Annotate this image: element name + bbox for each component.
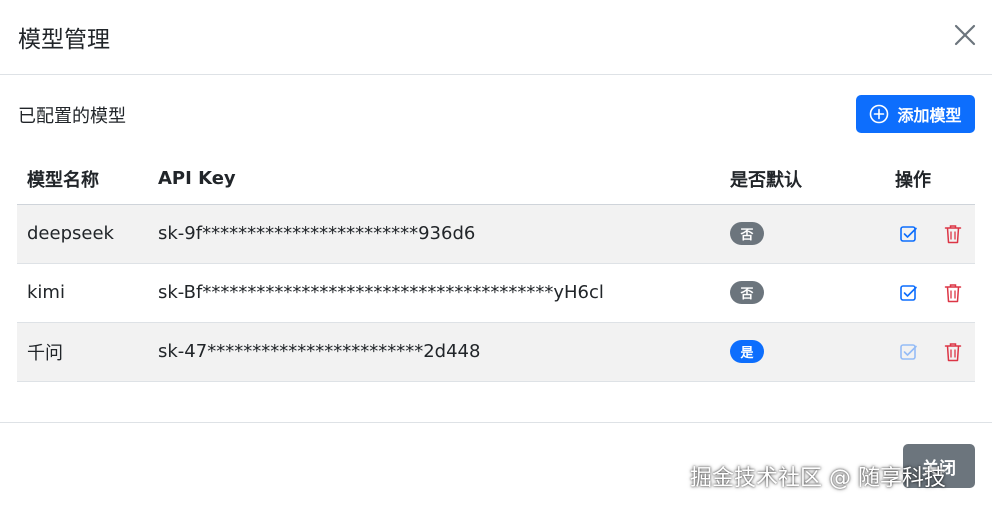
header-model-name: 模型名称 — [17, 154, 148, 205]
trash-icon[interactable] — [944, 224, 962, 244]
default-badge: 否 — [730, 222, 764, 245]
close-icon — [954, 24, 976, 46]
table-header-row: 模型名称 API Key 是否默认 操作 — [17, 154, 975, 205]
modal-footer: 关闭 掘金技术社区 @ 随享科技 — [0, 422, 992, 507]
edit-check-icon[interactable] — [899, 283, 919, 303]
api-key: sk-47************************2d448 — [148, 322, 720, 382]
api-key: sk-9f************************936d6 — [148, 204, 720, 264]
default-badge: 否 — [730, 281, 764, 304]
plus-circle-icon — [870, 104, 889, 124]
modal-title: 模型管理 — [18, 27, 110, 53]
models-table: 模型名称 API Key 是否默认 操作 deepseek sk-9f*****… — [17, 154, 975, 382]
close-button[interactable] — [950, 20, 980, 50]
api-key: sk-Bf***********************************… — [148, 263, 720, 323]
header-is-default: 是否默认 — [720, 154, 851, 205]
edit-check-icon[interactable] — [899, 342, 919, 362]
header-operations: 操作 — [851, 154, 975, 205]
header-api-key: API Key — [148, 154, 720, 205]
default-badge: 是 — [730, 340, 764, 363]
edit-check-icon[interactable] — [899, 224, 919, 244]
model-name: kimi — [17, 263, 148, 323]
configured-models-label: 已配置的模型 — [18, 106, 126, 127]
trash-icon[interactable] — [944, 283, 962, 303]
model-name: 千问 — [17, 322, 148, 382]
table-row: deepseek sk-9f************************93… — [17, 204, 975, 264]
add-model-button[interactable]: 添加模型 — [856, 95, 975, 133]
watermark: 掘金技术社区 @ 随享科技 — [690, 466, 946, 491]
modal-header: 模型管理 — [0, 0, 992, 75]
table-row: 千问 sk-47************************2d448 是 — [17, 322, 975, 382]
model-name: deepseek — [17, 204, 148, 264]
trash-icon[interactable] — [944, 342, 962, 362]
table-row: kimi sk-Bf******************************… — [17, 263, 975, 323]
add-model-label: 添加模型 — [897, 106, 962, 125]
